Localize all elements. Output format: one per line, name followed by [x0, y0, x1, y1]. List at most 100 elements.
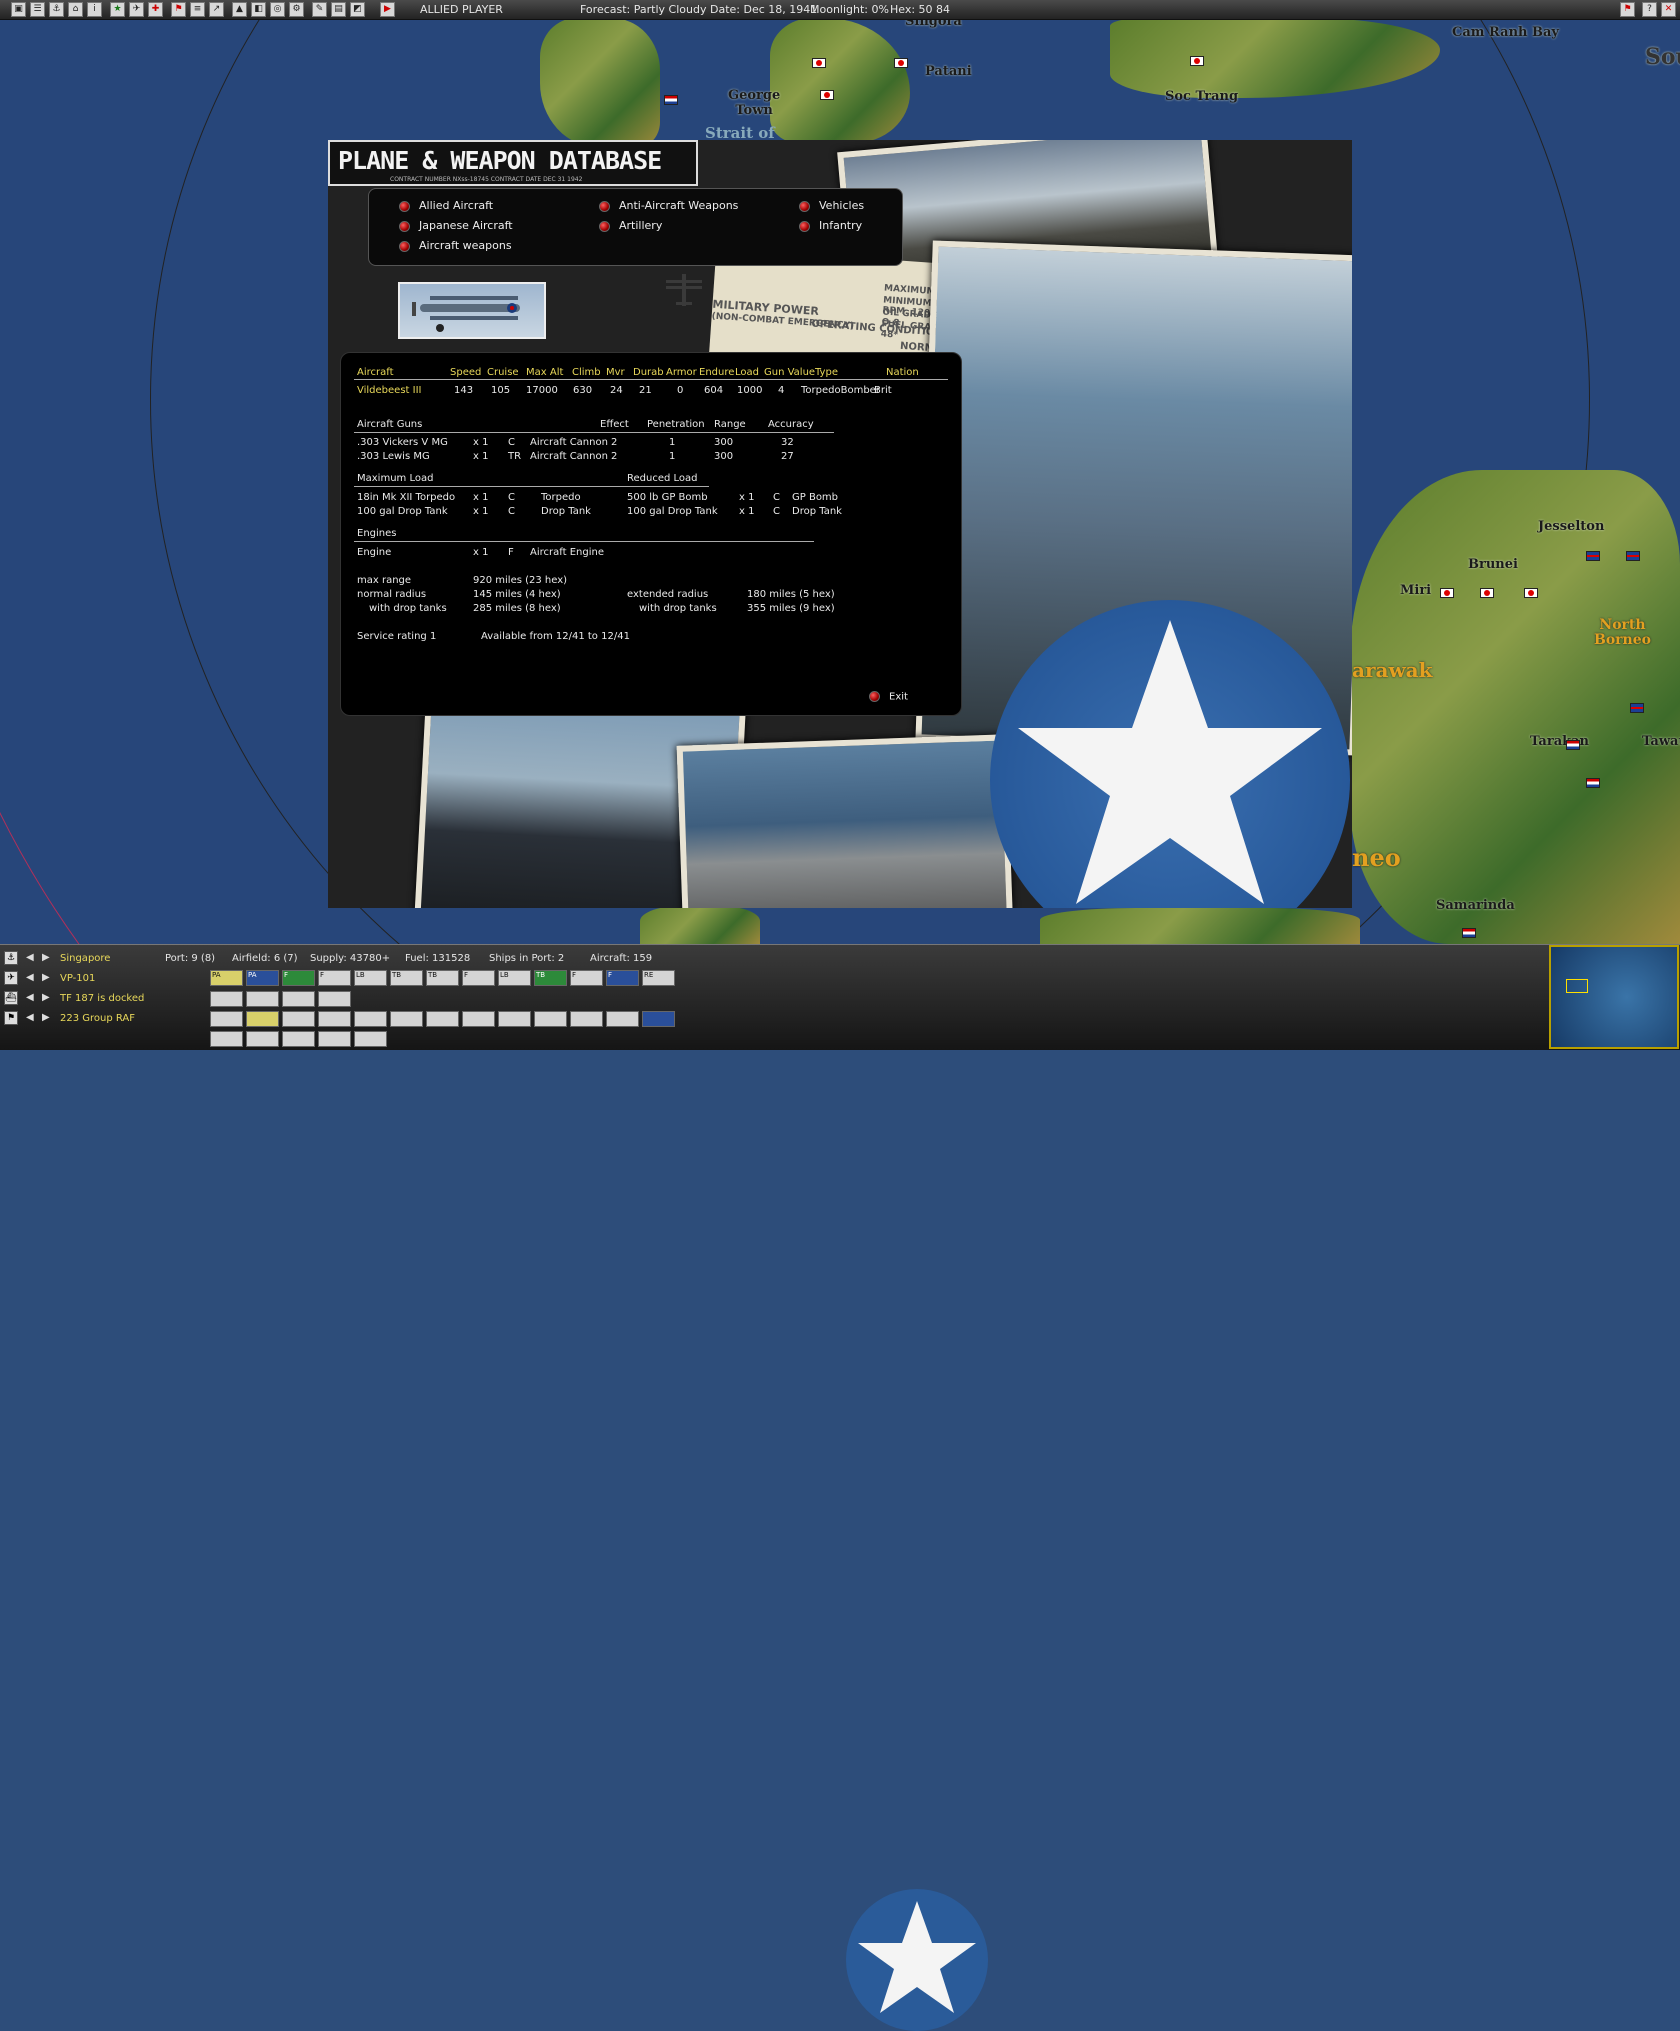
next-arrow-icon[interactable]: ▶	[42, 972, 50, 983]
ground-unit-button[interactable]	[570, 1011, 603, 1027]
dutch-base-flag[interactable]	[1566, 740, 1580, 750]
japan-base-flag[interactable]	[820, 90, 834, 100]
flag-icon[interactable]: ⚑	[171, 2, 186, 17]
ground-unit-button[interactable]	[426, 1011, 459, 1027]
ship-button[interactable]	[282, 991, 315, 1007]
category-japanese-aircraft[interactable]: Japanese Aircraft	[399, 219, 513, 232]
minimap[interactable]	[1549, 945, 1679, 1049]
ground-unit-button[interactable]	[282, 1011, 315, 1027]
japan-base-flag[interactable]	[894, 58, 908, 68]
unit-name[interactable]: VP-101	[60, 973, 95, 984]
ground-unit-button[interactable]	[642, 1011, 675, 1027]
ground-unit-button[interactable]	[318, 1011, 351, 1027]
exit-button[interactable]: Exit	[869, 691, 908, 703]
chart-icon[interactable]: ↗	[209, 2, 224, 17]
air-unit-button[interactable]: TB	[534, 970, 567, 986]
photo-icon[interactable]: ◩	[350, 2, 365, 17]
report-icon[interactable]: ☰	[30, 2, 45, 17]
japan-base-flag[interactable]	[1480, 588, 1494, 598]
dutch-base-flag[interactable]	[664, 95, 678, 105]
ground-unit-button[interactable]	[498, 1011, 531, 1027]
air-unit-button[interactable]: F	[282, 970, 315, 986]
air-unit-button[interactable]: F	[570, 970, 603, 986]
air-unit-button[interactable]: F	[318, 970, 351, 986]
ship-button[interactable]	[318, 991, 351, 1007]
hq-name[interactable]: 223 Group RAF	[60, 1013, 135, 1024]
terrain-icon[interactable]: ▲	[232, 2, 247, 17]
aircraft-silhouette-icon	[664, 270, 704, 314]
prev-arrow-icon[interactable]: ◀	[26, 972, 34, 983]
col-gunvalue: Gun Value	[764, 367, 816, 378]
next-arrow-icon[interactable]: ▶	[42, 1012, 50, 1023]
category-vehicles[interactable]: Vehicles	[799, 199, 864, 212]
taskforce-status[interactable]: TF 187 is docked	[60, 993, 144, 1004]
misc-unit-button[interactable]	[354, 1031, 387, 1047]
ground-unit-button[interactable]	[390, 1011, 423, 1027]
settings-icon[interactable]: ⚙	[289, 2, 304, 17]
category-artillery[interactable]: Artillery	[599, 219, 662, 232]
prev-arrow-icon[interactable]: ◀	[26, 952, 34, 963]
base-name[interactable]: Singapore	[60, 953, 110, 964]
air-unit-button[interactable]: F	[462, 970, 495, 986]
notes-icon[interactable]: ✎	[312, 2, 327, 17]
close-icon[interactable]: ✕	[1661, 2, 1676, 17]
base-icon[interactable]: ⚓	[4, 951, 18, 965]
air-unit-button[interactable]: LB	[354, 970, 387, 986]
info-icon[interactable]: i	[87, 2, 102, 17]
air-unit-button[interactable]: F	[606, 970, 639, 986]
japan-base-flag[interactable]	[1190, 56, 1204, 66]
prev-arrow-icon[interactable]: ◀	[26, 992, 34, 1003]
dutch-base-flag[interactable]	[1586, 778, 1600, 788]
category-allied-aircraft[interactable]: Allied Aircraft	[399, 199, 493, 212]
japan-base-flag[interactable]	[1524, 588, 1538, 598]
misc-unit-button[interactable]	[282, 1031, 315, 1047]
help-icon[interactable]: ?	[1642, 2, 1657, 17]
end-turn-icon[interactable]: ⚑	[1620, 2, 1635, 17]
taskforce-icon[interactable]: ⛴	[4, 991, 18, 1005]
misc-unit-button[interactable]	[246, 1031, 279, 1047]
misc-unit-button[interactable]	[318, 1031, 351, 1047]
ground-unit-button[interactable]	[534, 1011, 567, 1027]
japan-base-flag[interactable]	[812, 58, 826, 68]
british-base-flag[interactable]	[1630, 703, 1644, 713]
japan-base-flag[interactable]	[1440, 588, 1454, 598]
squadron-icon[interactable]: ✈	[4, 971, 18, 985]
ground-unit-button[interactable]	[354, 1011, 387, 1027]
air-unit-button[interactable]: RE	[642, 970, 675, 986]
category-infantry[interactable]: Infantry	[799, 219, 862, 232]
air-unit-button[interactable]: PA	[210, 970, 243, 986]
ship-button[interactable]	[246, 991, 279, 1007]
misc-unit-button[interactable]	[210, 1031, 243, 1047]
minimap-viewport[interactable]	[1566, 979, 1588, 993]
play-icon[interactable]: ▶	[380, 2, 395, 17]
bases-icon[interactable]: ⌂	[68, 2, 83, 17]
ship-button[interactable]	[210, 991, 243, 1007]
air-unit-button[interactable]: PA	[246, 970, 279, 986]
list-icon[interactable]: ≡	[190, 2, 205, 17]
category-aircraft-weapons[interactable]: Aircraft weapons	[399, 239, 512, 252]
category-anti-aircraft[interactable]: Anti-Aircraft Weapons	[599, 199, 738, 212]
ground-unit-button[interactable]	[606, 1011, 639, 1027]
ground-unit-button[interactable]	[246, 1011, 279, 1027]
next-arrow-icon[interactable]: ▶	[42, 952, 50, 963]
aircraft-name[interactable]: Vildebeest III	[357, 385, 422, 396]
british-base-flag[interactable]	[1586, 551, 1600, 561]
ground-unit-button[interactable]	[462, 1011, 495, 1027]
ships-icon[interactable]: ⚓	[49, 2, 64, 17]
hq-icon[interactable]: ⚑	[4, 1011, 18, 1025]
british-base-flag[interactable]	[1626, 551, 1640, 561]
dutch-base-flag[interactable]	[1462, 928, 1476, 938]
aircraft-icon[interactable]: ✈	[129, 2, 144, 17]
ground-unit-button[interactable]	[210, 1011, 243, 1027]
star-icon[interactable]: ★	[110, 2, 125, 17]
units-icon[interactable]: ◧	[251, 2, 266, 17]
menu-icon[interactable]: ▣	[11, 2, 26, 17]
prev-arrow-icon[interactable]: ◀	[26, 1012, 34, 1023]
table-icon[interactable]: ▤	[331, 2, 346, 17]
air-unit-button[interactable]: TB	[390, 970, 423, 986]
air-unit-button[interactable]: TB	[426, 970, 459, 986]
next-arrow-icon[interactable]: ▶	[42, 992, 50, 1003]
air-unit-button[interactable]: LB	[498, 970, 531, 986]
target-icon[interactable]: ✚	[148, 2, 163, 17]
globe-icon[interactable]: ◎	[270, 2, 285, 17]
